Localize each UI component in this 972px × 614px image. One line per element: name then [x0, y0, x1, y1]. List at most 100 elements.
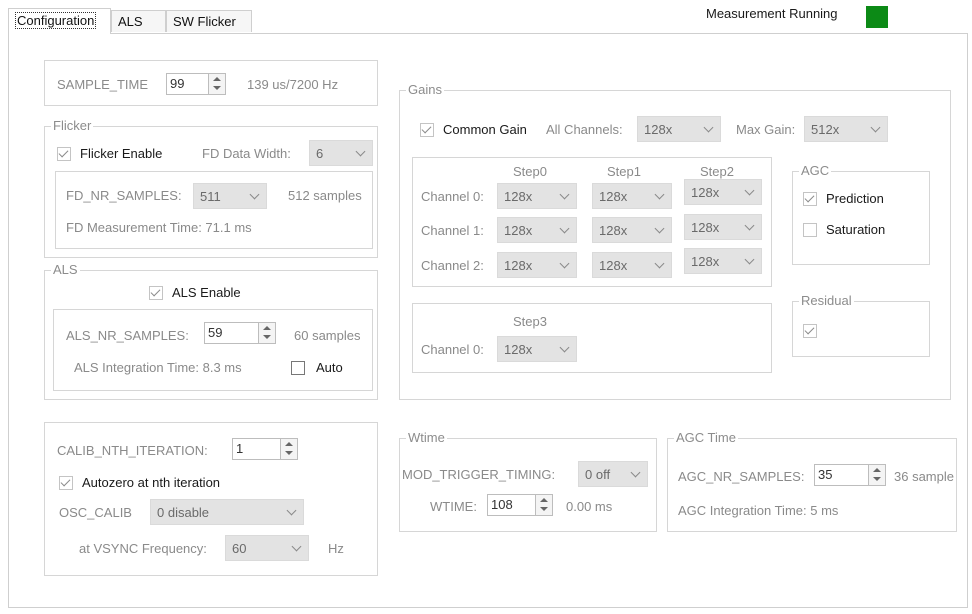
auto-label: Auto	[316, 360, 343, 375]
common-gain-checkbox[interactable]	[420, 123, 434, 137]
channel0-label: Channel 0:	[421, 189, 484, 204]
agc-nr-samples-label: AGC_NR_SAMPLES:	[678, 469, 805, 484]
channel0-step2-select[interactable]: 128x	[684, 179, 762, 205]
spinner-arrows-icon[interactable]	[280, 439, 297, 459]
als-enable-checkbox[interactable]	[149, 286, 163, 300]
als-group-title: ALS	[51, 262, 80, 278]
vsync-frequency-label: at VSYNC Frequency:	[79, 541, 207, 556]
channel2-step2-value: 128x	[691, 254, 720, 269]
chevron-down-icon	[870, 122, 881, 133]
fd-nr-samples-value: 511	[200, 189, 221, 204]
status-led-indicator	[866, 6, 888, 28]
vsync-frequency-select[interactable]: 60	[225, 535, 309, 561]
channel2-label: Channel 2:	[421, 258, 484, 273]
channel2-step2-select[interactable]: 128x	[684, 248, 762, 274]
agc-time-title: AGC Time	[674, 430, 738, 446]
flicker-enable-checkbox[interactable]	[57, 147, 71, 161]
mod-trigger-timing-select[interactable]: 0 off	[578, 461, 648, 487]
tab-als-label: ALS	[118, 14, 143, 29]
step3-channel0-value: 128x	[504, 342, 533, 357]
chevron-down-icon	[559, 258, 570, 269]
channel1-step0-value: 128x	[504, 223, 533, 238]
channel1-step1-select[interactable]: 128x	[592, 217, 672, 243]
max-gain-value: 512x	[811, 122, 840, 137]
chevron-down-icon	[703, 122, 714, 133]
step3-channel0-label: Channel 0:	[421, 342, 484, 357]
chevron-down-icon	[559, 342, 570, 353]
spinner-arrows-icon[interactable]	[868, 465, 885, 485]
sample-time-label: SAMPLE_TIME	[57, 77, 149, 92]
common-gain-label: Common Gain	[443, 122, 527, 137]
chevron-down-icon	[744, 220, 755, 231]
agc-nr-samples-value: 35	[818, 467, 833, 482]
channel2-step1-select[interactable]: 128x	[592, 252, 672, 278]
fd-measurement-time: FD Measurement Time: 71.1 ms	[66, 220, 252, 235]
osc-calib-label: OSC_CALIB	[59, 505, 132, 520]
chevron-down-icon	[559, 223, 570, 234]
agc-time-group: AGC Time AGC_NR_SAMPLES: 35 36 sample AG…	[667, 430, 957, 532]
step1-label: Step1	[607, 164, 641, 179]
chevron-down-icon	[559, 189, 570, 200]
all-channels-select[interactable]: 128x	[637, 116, 721, 142]
osc-calib-select[interactable]: 0 disable	[150, 499, 304, 525]
fd-samples-subgroup: FD_NR_SAMPLES: 511 512 samples FD Measur…	[55, 171, 373, 249]
osc-calib-value: 0 disable	[157, 505, 210, 520]
als-nr-samples-label: ALS_NR_SAMPLES:	[66, 328, 189, 343]
calib-nth-iteration-spinner[interactable]: 1	[232, 438, 298, 460]
channel2-step1-value: 128x	[599, 258, 628, 273]
wtime-info: 0.00 ms	[566, 499, 613, 514]
autozero-checkbox[interactable]	[59, 476, 73, 490]
channel1-step2-select[interactable]: 128x	[684, 214, 762, 240]
als-nr-samples-value: 59	[208, 325, 223, 340]
spinner-arrows-icon[interactable]	[208, 74, 225, 94]
channel1-step2-value: 128x	[691, 220, 720, 235]
spinner-arrows-icon[interactable]	[535, 495, 552, 515]
channel0-step2-value: 128x	[691, 185, 720, 200]
agc-nr-samples-spinner[interactable]: 35	[814, 464, 886, 486]
max-gain-select[interactable]: 512x	[804, 116, 888, 142]
auto-checkbox[interactable]	[291, 361, 305, 375]
gains-group-title: Gains	[406, 82, 444, 98]
tab-als[interactable]: ALS	[111, 10, 166, 32]
agc-integration-time: AGC Integration Time: 5 ms	[678, 503, 839, 518]
prediction-label: Prediction	[826, 191, 884, 206]
step2-label: Step2	[700, 164, 734, 179]
fd-nr-samples-info: 512 samples	[288, 188, 362, 203]
tab-configuration[interactable]: Configuration	[8, 8, 111, 34]
channel2-step0-select[interactable]: 128x	[497, 252, 577, 278]
chevron-down-icon	[249, 189, 260, 200]
spinner-arrows-icon[interactable]	[258, 323, 275, 343]
flicker-group: Flicker Flicker Enable FD Data Width: 6 …	[44, 118, 378, 258]
wtime-value: 108	[491, 497, 513, 512]
gains-group: Gains Common Gain All Channels: 128x Max…	[399, 82, 951, 400]
all-channels-label: All Channels:	[546, 122, 623, 137]
calib-nth-iteration-label: CALIB_NTH_ITERATION:	[57, 443, 208, 458]
als-nr-samples-info: 60 samples	[294, 328, 361, 343]
residual-checkbox[interactable]	[803, 324, 817, 338]
als-nr-samples-spinner[interactable]: 59	[204, 322, 276, 344]
chevron-down-icon	[654, 223, 665, 234]
fd-nr-samples-select[interactable]: 511	[193, 183, 267, 209]
tab-sw-flicker[interactable]: SW Flicker	[166, 10, 252, 32]
channel0-step0-select[interactable]: 128x	[497, 183, 577, 209]
agc-subgroup: AGC Prediction Saturation	[792, 163, 930, 265]
saturation-checkbox[interactable]	[803, 223, 817, 237]
fd-data-width-select[interactable]: 6	[309, 140, 373, 166]
autozero-label: Autozero at nth iteration	[82, 475, 221, 490]
gain-steps-subgroup: Step0 Step1 Step2 Channel 0: 128x 128x 1…	[412, 157, 772, 287]
channel0-step1-value: 128x	[599, 189, 628, 204]
sample-time-info: 139 us/7200 Hz	[247, 77, 339, 92]
fd-nr-samples-label: FD_NR_SAMPLES:	[66, 188, 182, 203]
wtime-spinner[interactable]: 108	[487, 494, 553, 516]
sample-time-group: SAMPLE_TIME 99 139 us/7200 Hz	[44, 60, 378, 106]
channel1-step0-select[interactable]: 128x	[497, 217, 577, 243]
sample-time-spinner[interactable]: 99	[166, 73, 226, 95]
step3-channel0-select[interactable]: 128x	[497, 336, 577, 362]
mod-trigger-timing-label: MOD_TRIGGER_TIMING:	[402, 467, 556, 482]
mod-trigger-timing-value: 0 off	[585, 467, 611, 482]
sample-time-value: 99	[170, 76, 185, 91]
prediction-checkbox[interactable]	[803, 192, 817, 206]
channel1-label: Channel 1:	[421, 223, 484, 238]
channel0-step1-select[interactable]: 128x	[592, 183, 672, 209]
flicker-enable-label: Flicker Enable	[80, 146, 163, 161]
